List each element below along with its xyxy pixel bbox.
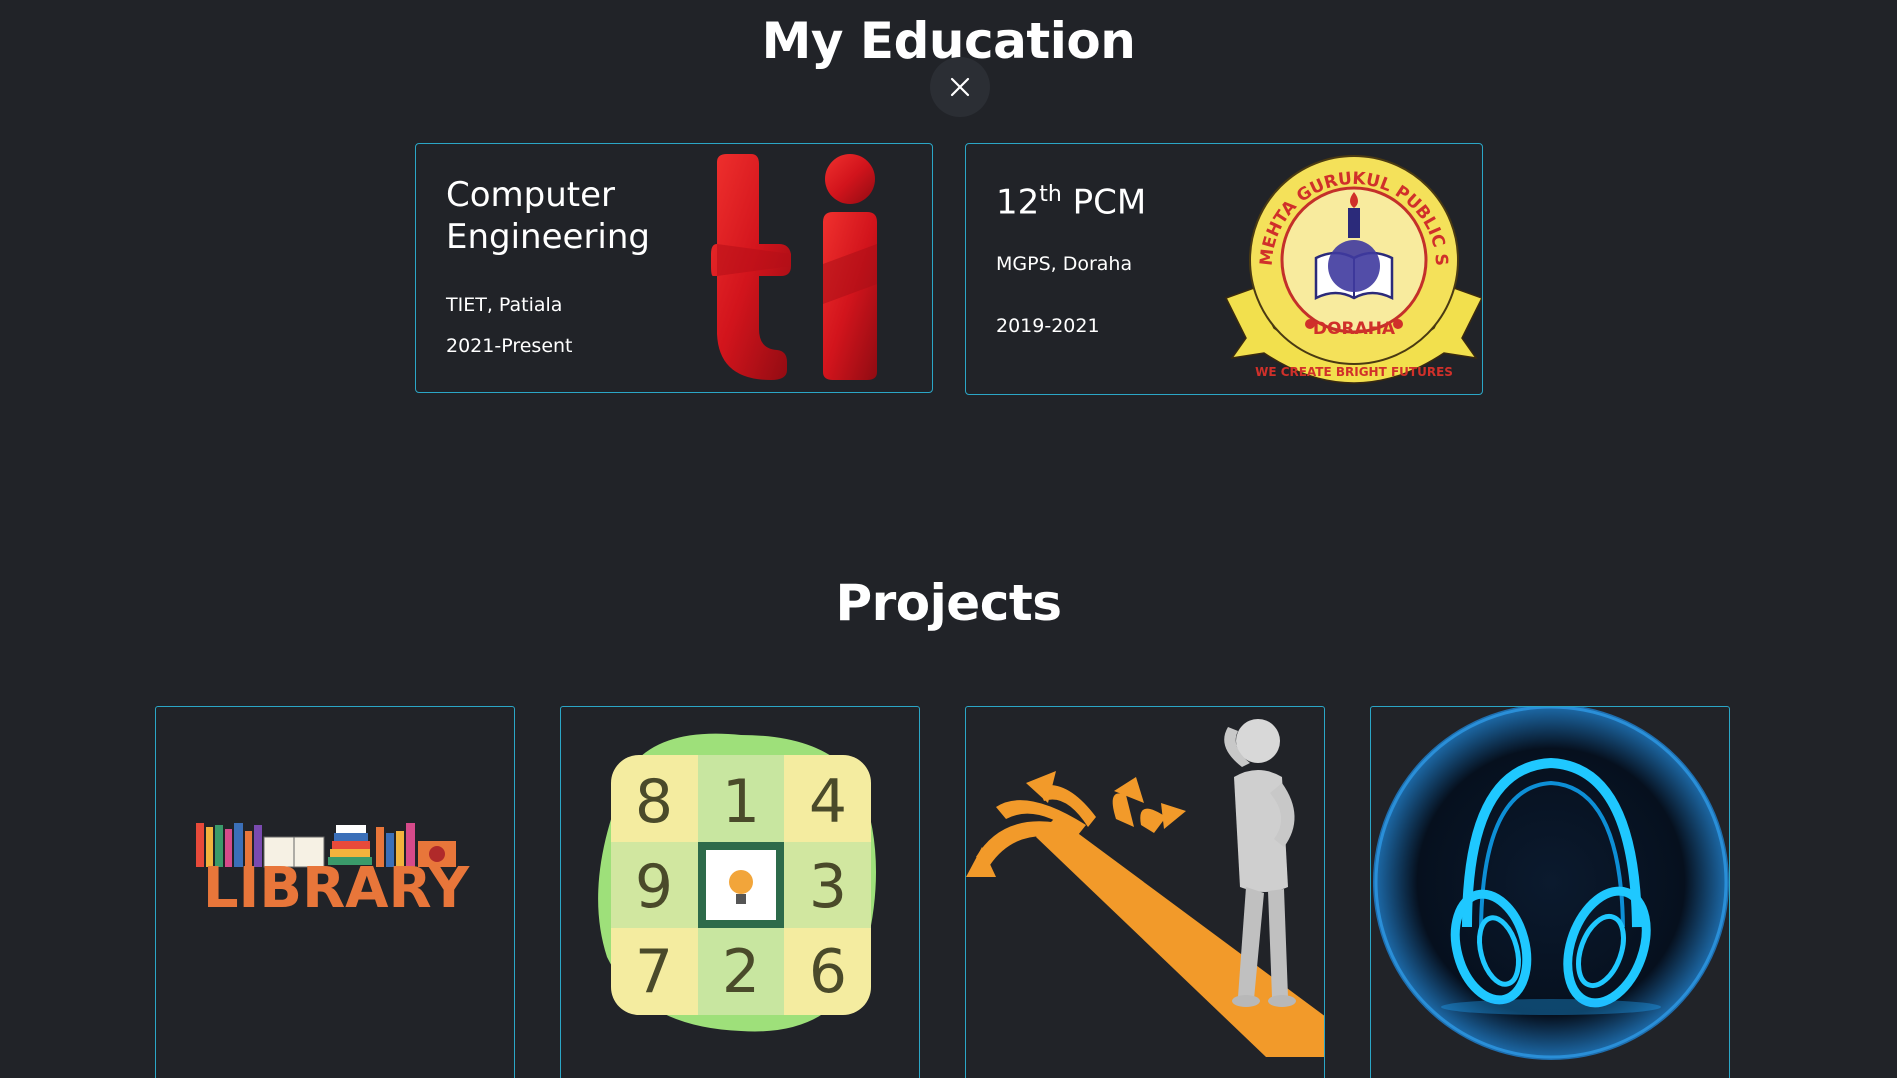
education-heading-line2: Engineering	[446, 217, 650, 257]
project-card-music[interactable]	[1370, 706, 1730, 1078]
sudoku-puzzle-icon: 8 1 4 9 3 7 2 6	[598, 733, 876, 1032]
sudoku-cell: 6	[809, 937, 847, 1007]
education-heading-rest: PCM	[1061, 182, 1147, 223]
school-emblem-icon: MEHTA GURUKUL PUBLIC SEN. SEC. SCHOOL DO…	[1224, 148, 1482, 384]
project-card-decision[interactable]	[965, 706, 1325, 1078]
education-heading-base: 12	[996, 182, 1040, 223]
page: My Education Computer Engineering TIET, …	[0, 0, 1897, 1078]
neon-headphones-icon	[1373, 707, 1729, 1060]
education-heading: Computer Engineering	[446, 174, 650, 258]
education-institution: MGPS, Doraha	[996, 253, 1133, 275]
education-years: 2021-Present	[446, 335, 573, 357]
close-icon	[950, 77, 970, 97]
education-card-12th-pcm[interactable]: 12th PCM MGPS, Doraha 2019-2021 MEHTA GU…	[965, 143, 1483, 395]
sudoku-cell: 8	[635, 767, 673, 837]
crossroads-decision-icon	[966, 719, 1324, 1057]
education-years: 2019-2021	[996, 315, 1100, 337]
sudoku-cell: 2	[722, 937, 760, 1007]
close-button[interactable]	[930, 57, 990, 117]
sudoku-cell: 3	[809, 852, 847, 922]
education-heading-line1: Computer	[446, 175, 616, 215]
emblem-mid-text: DORAHA	[1313, 319, 1396, 339]
education-card-computer-engineering[interactable]: Computer Engineering TIET, Patiala 2021-…	[415, 143, 933, 393]
education-institution: TIET, Patiala	[446, 294, 563, 316]
sudoku-cell: 7	[635, 937, 673, 1007]
emblem-bottom-text: WE CREATE BRIGHT FUTURES	[1255, 365, 1453, 379]
library-word: LIBRARY	[203, 856, 471, 921]
project-card-sudoku[interactable]: 8 1 4 9 3 7 2 6	[560, 706, 920, 1078]
sudoku-cell: 9	[635, 852, 673, 922]
library-books-icon: LIBRARY	[196, 823, 471, 921]
projects-title: Projects	[835, 574, 1062, 632]
sudoku-cell: 1	[722, 767, 760, 837]
education-heading-sup: th	[1039, 182, 1062, 207]
sudoku-cell: 4	[809, 767, 847, 837]
project-card-library[interactable]: LIBRARY	[155, 706, 515, 1078]
ti-logo-icon	[711, 154, 877, 380]
education-heading: 12th PCM	[996, 174, 1146, 223]
